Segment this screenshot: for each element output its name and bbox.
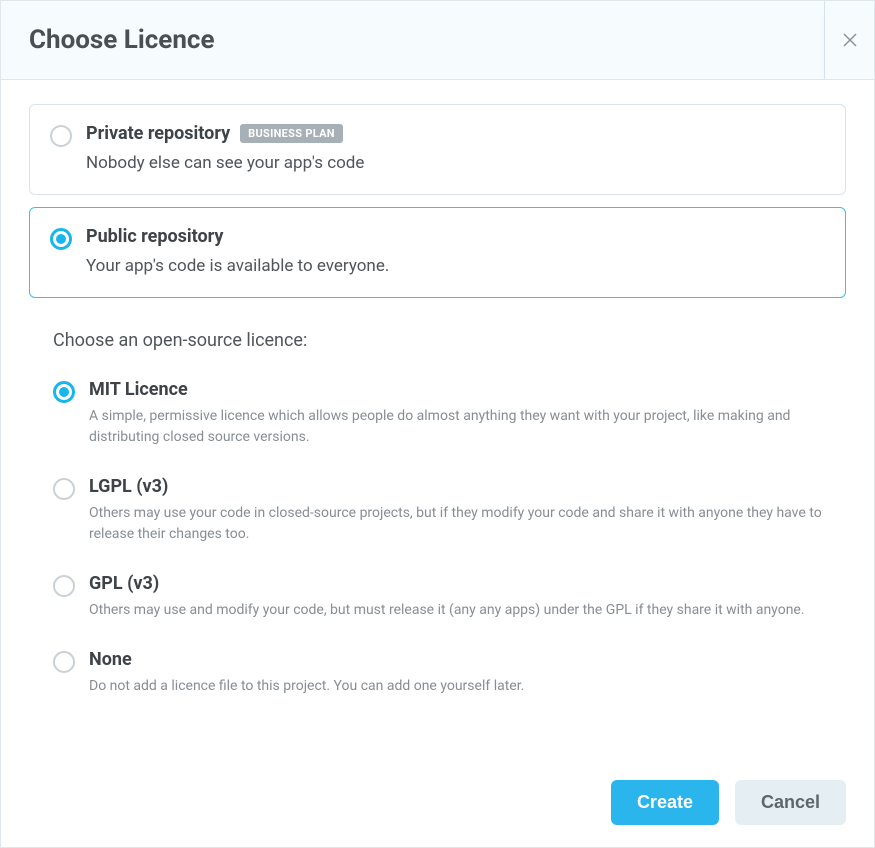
radio-private[interactable] <box>50 125 72 147</box>
licence-section-label: Choose an open-source licence: <box>53 330 846 351</box>
radio-lgpl[interactable] <box>53 478 75 500</box>
licence-desc-mit: A simple, permissive licence which allow… <box>89 406 826 448</box>
licence-list: MIT Licence A simple, permissive licence… <box>53 379 846 697</box>
repo-desc-private: Nobody else can see your app's code <box>86 152 825 176</box>
repo-title-row-public: Public repository <box>86 226 825 247</box>
licence-desc-lgpl: Others may use your code in closed-sourc… <box>89 503 826 545</box>
licence-title-none: None <box>89 649 826 670</box>
licence-desc-none: Do not add a licence file to this projec… <box>89 676 826 697</box>
cancel-button[interactable]: Cancel <box>735 780 846 825</box>
radio-gpl[interactable] <box>53 575 75 597</box>
licence-title-lgpl: LGPL (v3) <box>89 476 826 497</box>
modal-title: Choose Licence <box>1 1 824 79</box>
licence-option-none[interactable]: None Do not add a licence file to this p… <box>53 649 846 697</box>
radio-public[interactable] <box>50 228 72 250</box>
modal-header: Choose Licence <box>1 1 874 80</box>
radio-mit[interactable] <box>53 381 75 403</box>
licence-content-lgpl: LGPL (v3) Others may use your code in cl… <box>89 476 826 545</box>
licence-title-gpl: GPL (v3) <box>89 573 826 594</box>
repo-title-public: Public repository <box>86 226 223 247</box>
licence-option-mit[interactable]: MIT Licence A simple, permissive licence… <box>53 379 846 448</box>
repo-option-private[interactable]: Private repository BUSINESS PLAN Nobody … <box>29 104 846 195</box>
repo-title-row-private: Private repository BUSINESS PLAN <box>86 123 825 144</box>
repo-content-public: Public repository Your app's code is ava… <box>86 226 825 279</box>
licence-desc-gpl: Others may use and modify your code, but… <box>89 600 826 621</box>
repo-title-private: Private repository <box>86 123 230 144</box>
modal-footer: Create Cancel <box>1 758 874 847</box>
create-button[interactable]: Create <box>611 780 719 825</box>
licence-content-mit: MIT Licence A simple, permissive licence… <box>89 379 826 448</box>
repo-content-private: Private repository BUSINESS PLAN Nobody … <box>86 123 825 176</box>
modal-body: Private repository BUSINESS PLAN Nobody … <box>1 80 874 758</box>
close-button[interactable] <box>824 1 874 79</box>
licence-option-gpl[interactable]: GPL (v3) Others may use and modify your … <box>53 573 846 621</box>
repo-option-public[interactable]: Public repository Your app's code is ava… <box>29 207 846 298</box>
radio-none[interactable] <box>53 651 75 673</box>
licence-option-lgpl[interactable]: LGPL (v3) Others may use your code in cl… <box>53 476 846 545</box>
licence-content-none: None Do not add a licence file to this p… <box>89 649 826 697</box>
repo-desc-public: Your app's code is available to everyone… <box>86 255 825 279</box>
licence-title-mit: MIT Licence <box>89 379 826 400</box>
choose-licence-modal: Choose Licence Private repository BUSINE… <box>0 0 875 848</box>
licence-content-gpl: GPL (v3) Others may use and modify your … <box>89 573 826 621</box>
close-icon <box>843 33 857 47</box>
business-plan-badge: BUSINESS PLAN <box>240 124 343 143</box>
